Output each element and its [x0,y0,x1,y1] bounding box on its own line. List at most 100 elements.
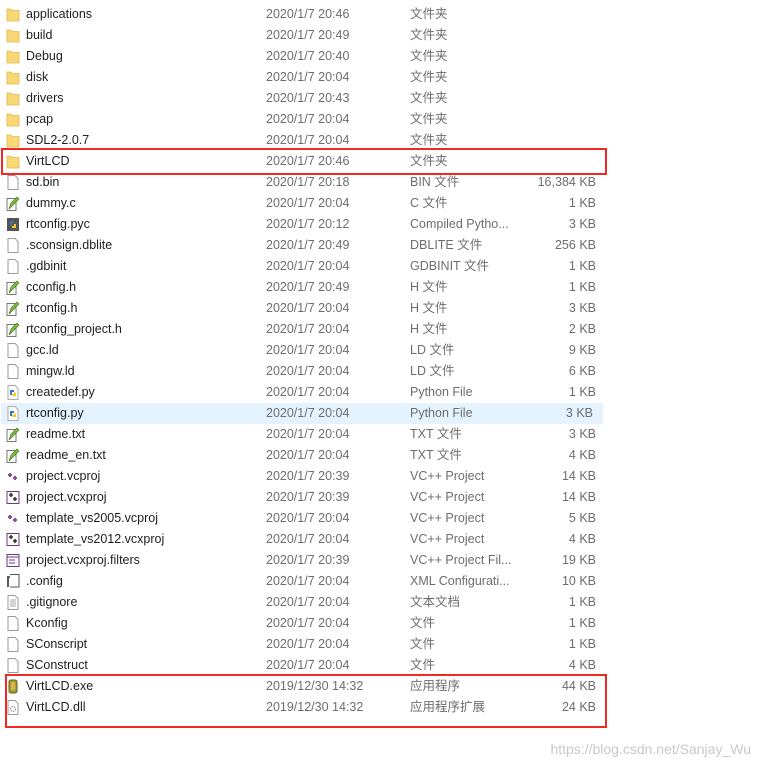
file-date: 2020/1/7 20:04 [266,259,350,273]
file-date: 2020/1/7 20:04 [266,112,350,126]
file-row[interactable]: disk 2020/1/7 20:04 文件夹 [0,67,606,88]
file-row[interactable]: rtconfig.pyc 2020/1/7 20:12 Compiled Pyt… [0,214,606,235]
file-type: H 文件 [410,280,448,294]
file-type: LD 文件 [410,343,455,357]
file-row[interactable]: .gitignore 2020/1/7 20:04 文本文档 1 KB [0,592,606,613]
file-name: rtconfig.h [26,301,78,315]
file-row[interactable]: project.vcproj 2020/1/7 20:39 VC++ Proje… [0,466,606,487]
folder-icon [6,70,20,85]
file-name: Kconfig [26,616,68,630]
file-size: 4 KB [568,532,596,546]
file-icon [6,658,20,673]
file-row[interactable]: .sconsign.dblite 2020/1/7 20:49 DBLITE 文… [0,235,606,256]
file-row[interactable]: build 2020/1/7 20:49 文件夹 [0,25,606,46]
file-name: build [26,28,53,42]
file-name: SConscript [26,637,88,651]
source-icon [6,280,20,295]
file-size: 10 KB [561,574,596,588]
file-name: rtconfig_project.h [26,322,122,336]
file-name: .config [26,574,63,588]
file-icon [6,175,20,190]
file-row[interactable]: .gdbinit 2020/1/7 20:04 GDBINIT 文件 1 KB [0,256,606,277]
python-icon [6,406,20,421]
file-type: 文件夹 [410,91,448,105]
file-size: 19 KB [561,553,596,567]
file-row[interactable]: readme_en.txt 2020/1/7 20:04 TXT 文件 4 KB [0,445,606,466]
file-name: project.vcxproj.filters [26,553,140,567]
file-row[interactable]: gcc.ld 2020/1/7 20:04 LD 文件 9 KB [0,340,606,361]
file-date: 2020/1/7 20:43 [266,91,350,105]
file-name: SConstruct [26,658,88,672]
file-size: 6 KB [568,364,596,378]
file-name: project.vcxproj [26,490,107,504]
file-row[interactable]: drivers 2020/1/7 20:43 文件夹 [0,88,606,109]
file-date: 2020/1/7 20:04 [266,196,350,210]
file-row[interactable]: applications 2020/1/7 20:46 文件夹 [0,4,606,25]
file-size: 2 KB [568,322,596,336]
file-size: 5 KB [568,511,596,525]
file-row[interactable]: SConstruct 2020/1/7 20:04 文件 4 KB [0,655,606,676]
file-row[interactable]: cconfig.h 2020/1/7 20:49 H 文件 1 KB [0,277,606,298]
file-row[interactable]: createdef.py 2020/1/7 20:04 Python File … [0,382,606,403]
file-name: project.vcproj [26,469,101,483]
file-row[interactable]: rtconfig.h 2020/1/7 20:04 H 文件 3 KB [0,298,606,319]
file-type: 文件夹 [410,112,448,126]
file-date: 2020/1/7 20:12 [266,217,350,231]
filters-icon [6,553,20,568]
vcxproj-icon [6,490,20,505]
file-icon [6,637,20,652]
folder-icon [6,7,20,22]
file-type: TXT 文件 [410,448,462,462]
file-icon [6,238,20,253]
file-date: 2020/1/7 20:04 [266,574,350,588]
xml-config-icon [6,574,20,589]
file-row[interactable]: .config 2020/1/7 20:04 XML Configurati..… [0,571,606,592]
file-row[interactable]: dummy.c 2020/1/7 20:04 C 文件 1 KB [0,193,606,214]
file-row[interactable]: rtconfig_project.h 2020/1/7 20:04 H 文件 2… [0,319,606,340]
file-row[interactable]: mingw.ld 2020/1/7 20:04 LD 文件 6 KB [0,361,606,382]
file-date: 2020/1/7 20:46 [266,7,350,21]
file-row[interactable]: template_vs2005.vcproj 2020/1/7 20:04 VC… [0,508,606,529]
file-size: 16,384 KB [537,175,596,189]
annotation-box-virtlcd-folder [1,148,607,175]
file-size: 4 KB [568,658,596,672]
file-name: rtconfig.pyc [26,217,90,231]
watermark: https://blog.csdn.net/Sanjay_Wu [550,741,751,757]
file-date: 2020/1/7 20:04 [266,532,350,546]
file-type: H 文件 [410,301,448,315]
file-date: 2020/1/7 20:49 [266,28,350,42]
file-date: 2020/1/7 20:04 [266,322,350,336]
file-name: pcap [26,112,54,126]
file-list: applications 2020/1/7 20:46 文件夹 build 20… [0,4,606,718]
file-name: template_vs2005.vcproj [26,511,159,525]
file-icon [6,343,20,358]
file-date: 2020/1/7 20:49 [266,238,350,252]
file-date: 2020/1/7 20:04 [266,637,350,651]
file-row[interactable]: project.vcxproj.filters 2020/1/7 20:39 V… [0,550,606,571]
file-type: 文本文档 [410,595,461,609]
file-row[interactable]: pcap 2020/1/7 20:04 文件夹 [0,109,606,130]
file-row[interactable]: Kconfig 2020/1/7 20:04 文件 1 KB [0,613,606,634]
file-name: dummy.c [26,196,76,210]
source-icon [6,301,20,316]
file-row[interactable]: Debug 2020/1/7 20:40 文件夹 [0,46,606,67]
file-row[interactable]: project.vcxproj 2020/1/7 20:39 VC++ Proj… [0,487,606,508]
file-row[interactable]: sd.bin 2020/1/7 20:18 BIN 文件 16,384 KB [0,172,606,193]
file-size: 3 KB [568,427,596,441]
text-icon [6,595,20,610]
file-type: XML Configurati... [410,574,510,588]
file-type: 文件 [410,637,436,651]
file-name: readme.txt [26,427,86,441]
file-name: cconfig.h [26,280,77,294]
file-date: 2020/1/7 20:39 [266,490,350,504]
file-date: 2020/1/7 20:40 [266,49,350,63]
file-row[interactable]: SConscript 2020/1/7 20:04 文件 1 KB [0,634,606,655]
file-type: H 文件 [410,322,448,336]
source-icon [6,427,20,442]
file-row[interactable]: readme.txt 2020/1/7 20:04 TXT 文件 3 KB [0,424,606,445]
file-size: 1 KB [568,259,596,273]
file-name: applications [26,7,93,21]
file-row[interactable]: template_vs2012.vcxproj 2020/1/7 20:04 V… [0,529,606,550]
file-row[interactable]: rtconfig.py 2020/1/7 20:04 Python File 3… [1,403,603,424]
file-name: .sconsign.dblite [26,238,113,252]
